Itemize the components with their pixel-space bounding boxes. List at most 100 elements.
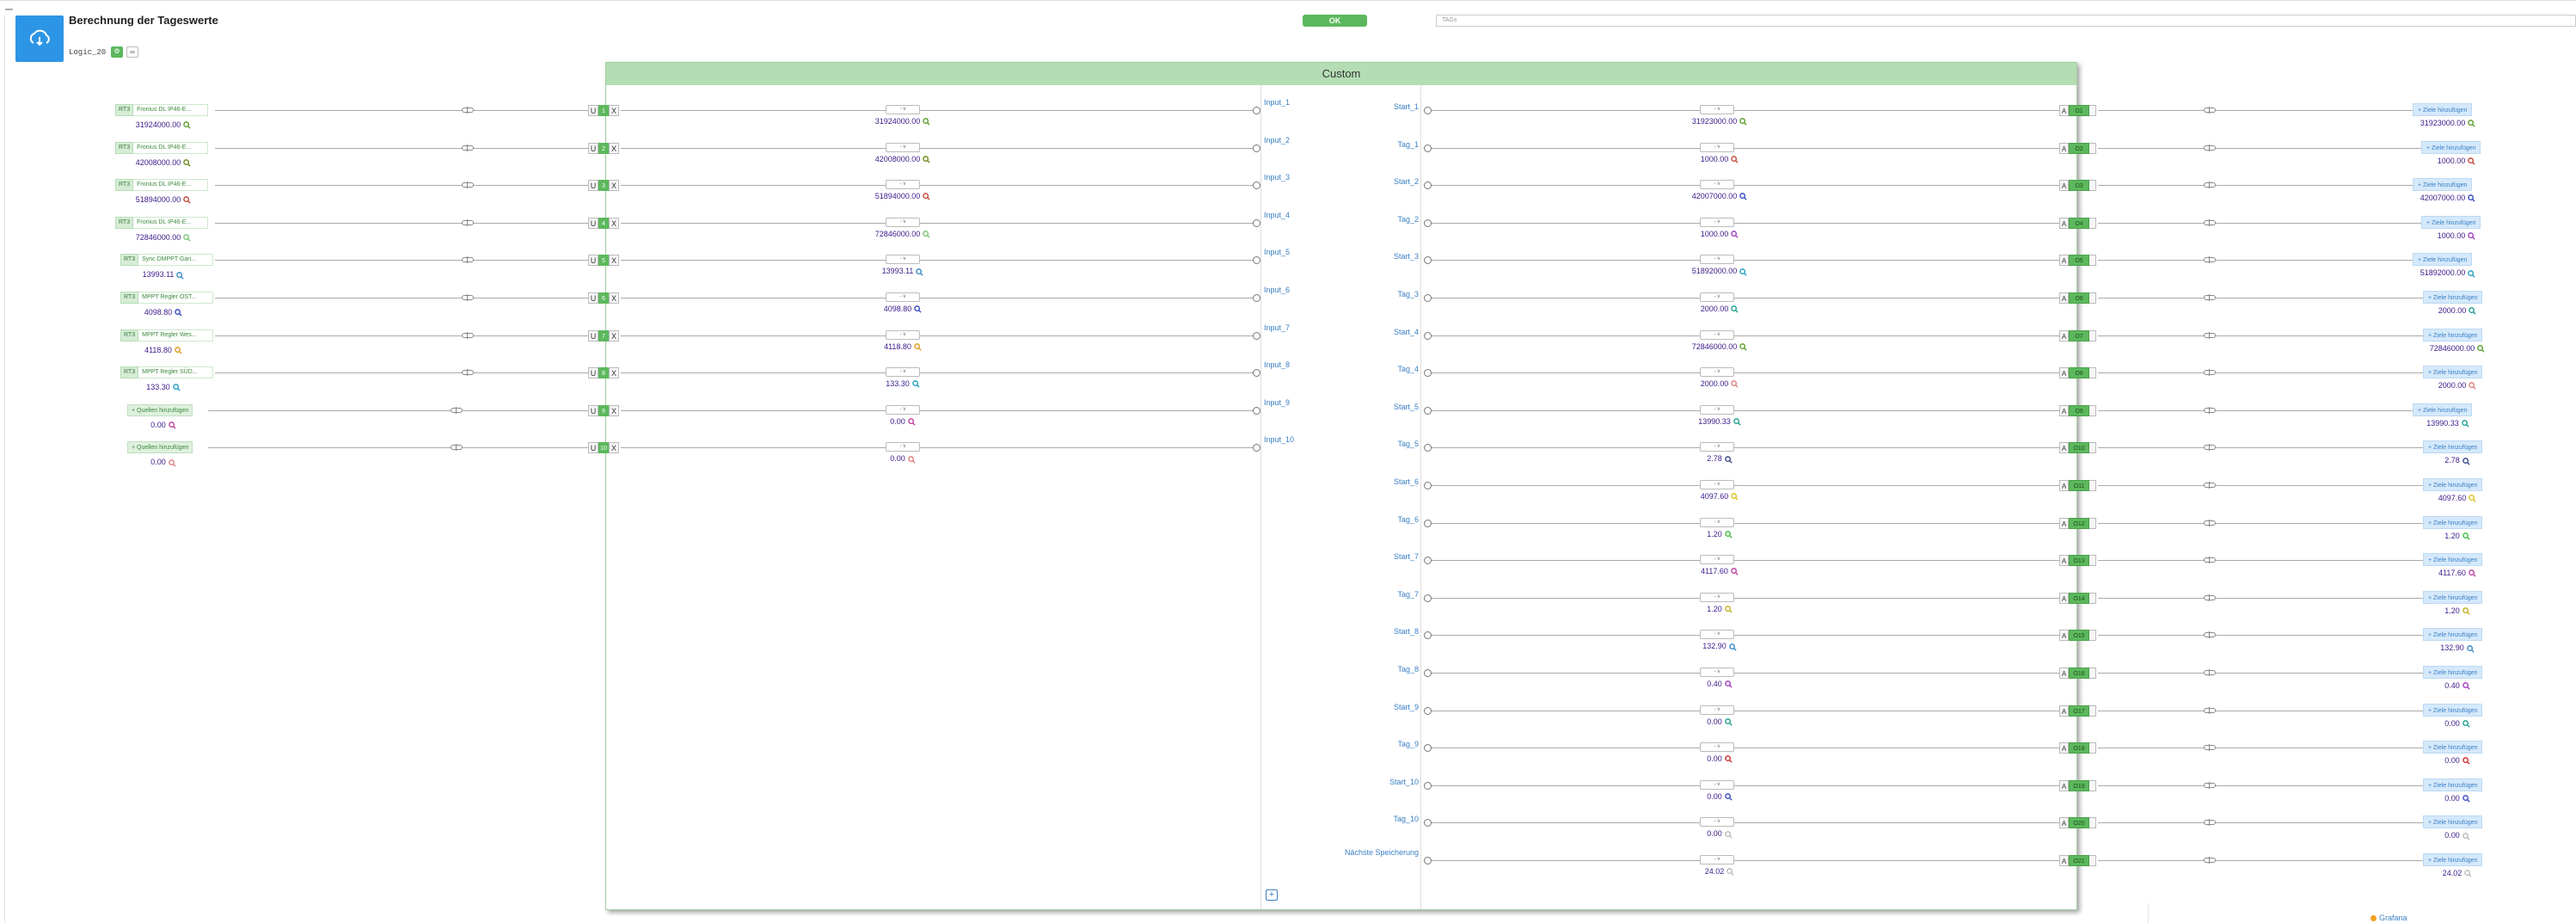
output-socket[interactable]	[1424, 218, 1432, 227]
magnifier-icon[interactable]	[2464, 870, 2472, 877]
remove-input[interactable]: X	[609, 292, 619, 304]
add-target-button[interactable]: + Ziele hinzufügen	[2423, 815, 2483, 829]
magnifier-icon[interactable]	[1724, 830, 1733, 839]
input-port[interactable]: U1X	[588, 105, 619, 116]
input-port[interactable]: U4X	[588, 217, 619, 229]
remove-input[interactable]: X	[609, 180, 619, 192]
unit-toggle[interactable]: U	[588, 367, 598, 379]
output-socket[interactable]	[1424, 107, 1432, 114]
wire-connector[interactable]	[2204, 819, 2216, 827]
magnifier-icon[interactable]	[1724, 680, 1733, 688]
grafana-link[interactable]: Grafana	[2371, 914, 2407, 922]
magnifier-icon[interactable]	[1739, 193, 1747, 200]
output-port[interactable]: A O13	[2059, 555, 2096, 567]
magnifier-icon[interactable]	[1724, 606, 1733, 613]
magnifier-icon[interactable]	[2462, 682, 2470, 690]
unit-toggle[interactable]: U	[588, 255, 598, 267]
magnifier-icon[interactable]	[2469, 495, 2476, 502]
output-socket[interactable]	[1424, 706, 1432, 715]
output-port[interactable]: A O3	[2059, 180, 2096, 192]
output-port[interactable]: A O18	[2059, 742, 2096, 754]
wire-connector[interactable]	[462, 256, 474, 264]
output-mode[interactable]: A	[2059, 404, 2069, 416]
output-mode[interactable]: A	[2059, 292, 2069, 304]
magnifier-icon[interactable]	[914, 305, 922, 313]
magnifier-icon[interactable]	[175, 309, 182, 317]
magnifier-icon[interactable]	[2462, 719, 2470, 728]
output-mode[interactable]: A	[2059, 779, 2069, 791]
magnifier-icon[interactable]	[2462, 757, 2470, 765]
magnifier-icon[interactable]	[2462, 795, 2470, 803]
remove-input[interactable]: X	[609, 255, 619, 267]
source-chip[interactable]: RT3 MPPT Regler OST...	[120, 292, 214, 304]
magnifier-icon[interactable]	[1724, 455, 1733, 464]
magnifier-icon[interactable]	[923, 118, 930, 126]
output-socket[interactable]	[1424, 294, 1432, 302]
add-target-button[interactable]: + Ziele hinzufügen	[2423, 778, 2483, 791]
input-port[interactable]: U6X	[588, 292, 619, 304]
remove-input[interactable]: X	[609, 442, 619, 454]
output-mode[interactable]: A	[2059, 555, 2069, 567]
formula-dropdown[interactable]: - v	[1700, 668, 1734, 677]
operator-dropdown[interactable]: - v	[886, 142, 920, 152]
input-socket[interactable]	[1253, 218, 1260, 227]
wire-connector[interactable]	[2204, 857, 2216, 864]
add-target-button[interactable]: + Ziele hinzufügen	[2423, 590, 2483, 604]
input-port[interactable]: U 10 X	[588, 442, 619, 454]
add-target-button[interactable]: + Ziele hinzufügen	[2413, 178, 2473, 192]
formula-dropdown[interactable]: - v	[1700, 367, 1734, 378]
output-port[interactable]: A O12	[2059, 517, 2096, 529]
magnifier-icon[interactable]	[923, 193, 930, 200]
formula-dropdown[interactable]: - v	[1700, 779, 1734, 790]
input-socket[interactable]	[1253, 294, 1260, 302]
wire-connector[interactable]	[2204, 781, 2216, 789]
unit-toggle[interactable]: U	[588, 292, 598, 304]
output-port[interactable]: A O7	[2059, 329, 2096, 342]
magnifier-icon[interactable]	[911, 380, 920, 388]
wire-connector[interactable]	[462, 369, 474, 377]
input-socket[interactable]	[1253, 331, 1260, 340]
magnifier-icon[interactable]	[2469, 569, 2476, 577]
operator-dropdown[interactable]: - v	[886, 442, 920, 452]
magnifier-icon[interactable]	[923, 231, 930, 238]
add-target-button[interactable]: + Ziele hinzufügen	[2413, 403, 2473, 416]
output-port[interactable]: A O9	[2059, 404, 2096, 416]
output-port[interactable]: A O11	[2059, 480, 2096, 491]
output-mode[interactable]: A	[2059, 630, 2069, 642]
output-socket[interactable]	[1424, 519, 1432, 527]
magnifier-icon[interactable]	[1731, 155, 1739, 163]
unit-toggle[interactable]: U	[588, 329, 598, 342]
unit-toggle[interactable]: U	[588, 180, 598, 192]
source-chip[interactable]: RT3 MPPT Regler Wes...	[120, 329, 214, 342]
output-port[interactable]: A O1	[2059, 105, 2096, 116]
unit-toggle[interactable]: U	[588, 217, 598, 229]
source-chip[interactable]: RT3 Fronius DL IP46-E...	[115, 104, 209, 116]
add-target-button[interactable]: + Ziele hinzufügen	[2423, 628, 2483, 642]
source-chip[interactable]: RT3 Sync DMPPT Gari...	[120, 254, 214, 267]
add-target-button[interactable]: + Ziele hinzufügen	[2413, 103, 2473, 116]
remove-input[interactable]: X	[609, 404, 619, 416]
add-target-button[interactable]: + Ziele hinzufügen	[2423, 440, 2483, 454]
output-port[interactable]: A O2	[2059, 142, 2096, 154]
output-mode[interactable]: A	[2059, 742, 2069, 754]
output-mode[interactable]: A	[2059, 817, 2069, 829]
wire-connector[interactable]	[2204, 369, 2216, 377]
input-port[interactable]: U7X	[588, 329, 619, 342]
magnifier-icon[interactable]	[172, 384, 181, 391]
unit-toggle[interactable]: U	[588, 404, 598, 416]
output-port[interactable]: A O5	[2059, 255, 2096, 267]
output-mode[interactable]: A	[2059, 855, 2069, 866]
magnifier-icon[interactable]	[916, 268, 924, 276]
wire-connector[interactable]	[2204, 182, 2216, 189]
source-chip[interactable]: RT3 MPPT Regler SÜD...	[120, 366, 214, 379]
formula-dropdown[interactable]: - v	[1700, 329, 1734, 340]
output-port[interactable]: A O20	[2059, 817, 2096, 829]
magnifier-icon[interactable]	[2469, 382, 2476, 390]
magnifier-icon[interactable]	[1739, 342, 1747, 351]
magnifier-icon[interactable]	[2469, 307, 2476, 315]
formula-dropdown[interactable]: - v	[1700, 292, 1734, 302]
input-port[interactable]: U3X	[588, 180, 619, 192]
add-target-button[interactable]: + Ziele hinzufügen	[2423, 666, 2483, 679]
magnifier-icon[interactable]	[183, 121, 191, 129]
add-target-button[interactable]: + Ziele hinzufügen	[2423, 515, 2483, 529]
